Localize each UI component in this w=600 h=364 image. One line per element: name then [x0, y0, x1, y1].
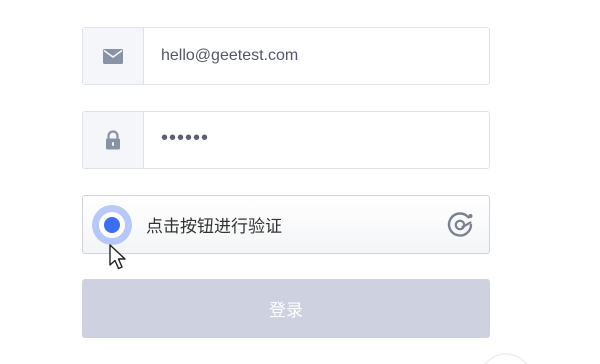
captcha-tip-text: 点击按钮进行验证	[146, 217, 282, 236]
password-icon-cell	[83, 112, 144, 168]
decorative-circle	[484, 353, 528, 364]
geetest-logo-icon	[447, 212, 473, 237]
login-submit-button[interactable]: 登录	[82, 279, 490, 338]
mouse-cursor-icon	[109, 244, 126, 270]
email-field[interactable]: hello@geetest.com	[82, 27, 490, 85]
email-icon-cell	[83, 28, 144, 84]
captcha-radar-dot	[104, 217, 120, 233]
captcha-verify-button[interactable]: 点击按钮进行验证	[82, 195, 490, 254]
email-value[interactable]: hello@geetest.com	[144, 28, 489, 84]
password-field[interactable]: ••••••	[82, 111, 490, 169]
captcha-radar-icon[interactable]	[92, 205, 132, 245]
lock-icon	[106, 130, 120, 150]
password-value[interactable]: ••••••	[144, 112, 489, 168]
login-form: hello@geetest.com •••••• 点击按钮进行验证 登录	[0, 0, 600, 364]
envelope-icon	[103, 48, 123, 64]
